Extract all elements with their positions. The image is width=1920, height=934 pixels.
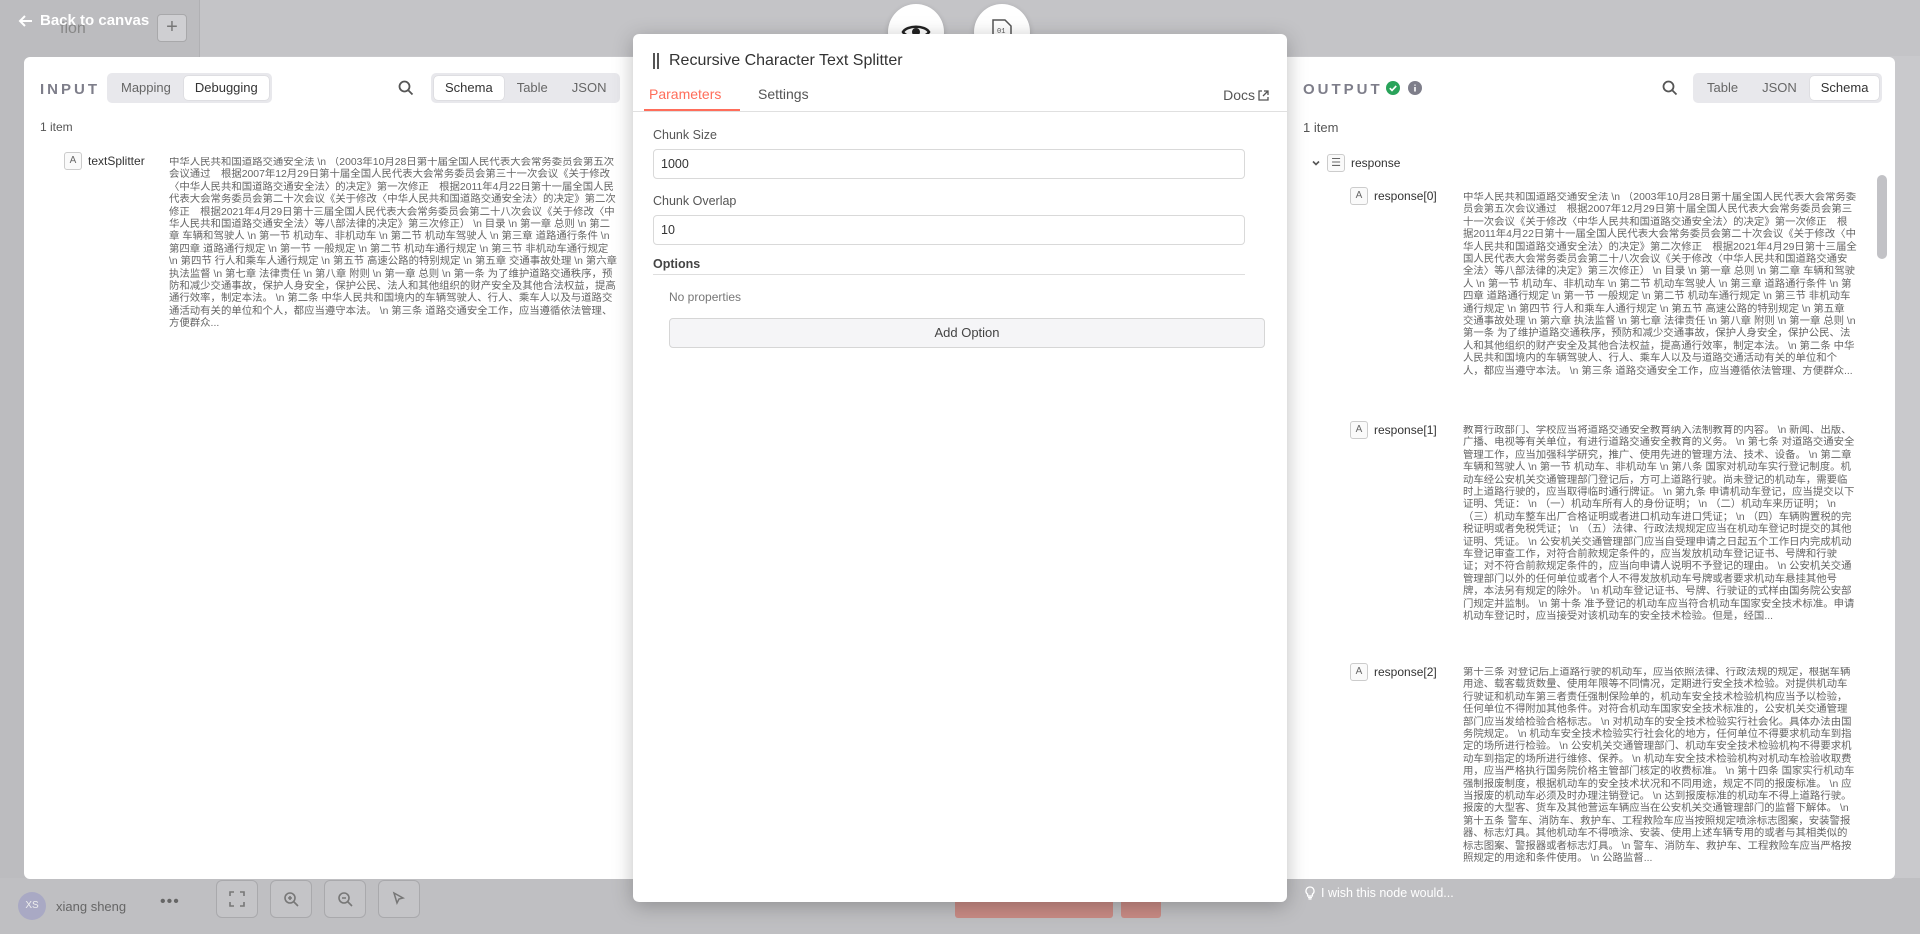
- tab-settings[interactable]: Settings: [758, 86, 809, 102]
- lightbulb-icon: [1305, 886, 1315, 900]
- chunk-overlap-label: Chunk Overlap: [653, 194, 737, 208]
- modal-tabs: Parameters Settings Docs: [633, 82, 1287, 112]
- arrow-left-icon: [18, 14, 32, 27]
- docs-label: Docs: [1223, 87, 1255, 103]
- view-schema[interactable]: Schema: [1809, 76, 1880, 100]
- root-name: response: [1351, 156, 1401, 170]
- chunk-size-label: Chunk Size: [653, 128, 717, 142]
- output-scrollbar[interactable]: [1875, 165, 1889, 873]
- string-type-icon: A: [64, 152, 82, 170]
- input-panel: INPUT Mapping Debugging Schema Table JSO…: [24, 57, 634, 879]
- string-type-icon: A: [1350, 663, 1368, 681]
- field-name: textSplitter: [88, 154, 145, 168]
- view-table[interactable]: Table: [1696, 76, 1749, 100]
- no-properties-text: No properties: [669, 290, 742, 304]
- feedback-link[interactable]: I wish this node would...: [1305, 886, 1454, 900]
- fullscreen-icon: [229, 891, 245, 907]
- external-link-icon: [1258, 89, 1269, 101]
- chunk-overlap-input[interactable]: 10: [653, 215, 1245, 245]
- tidy-up-button[interactable]: [378, 880, 420, 918]
- field-value: 第十三条 对登记后上道路行驶的机动车，应当依照法律、行政法规的规定，根据车辆用途…: [1463, 667, 1855, 865]
- view-json[interactable]: JSON: [1751, 76, 1808, 100]
- active-tab-indicator: [644, 109, 740, 111]
- node-parameters-modal: Recursive Character Text Splitter Parame…: [633, 34, 1287, 902]
- field-name: response[1]: [1374, 423, 1437, 437]
- string-type-icon: A: [1350, 421, 1368, 439]
- output-view-toggle: Table JSON Schema: [1693, 73, 1883, 103]
- output-panel-title: OUTPUT: [1303, 81, 1383, 98]
- user-name: xiang sheng: [56, 898, 127, 914]
- mode-mapping[interactable]: Mapping: [110, 76, 182, 100]
- pointer-icon: [392, 891, 406, 906]
- fit-view-button[interactable]: [216, 880, 258, 918]
- scrollbar-thumb[interactable]: [1877, 175, 1887, 259]
- view-table[interactable]: Table: [506, 76, 559, 100]
- search-icon[interactable]: [1662, 80, 1678, 96]
- field-value: 教育行政部门、学校应当将道路交通安全教育纳入法制教育的内容。 \n 新闻、出版、…: [1463, 425, 1855, 623]
- search-icon[interactable]: [398, 80, 414, 96]
- info-icon[interactable]: [1408, 81, 1422, 95]
- zoom-out-button[interactable]: [324, 880, 366, 918]
- feedback-text: I wish this node would...: [1321, 886, 1454, 900]
- docs-link[interactable]: Docs: [1223, 87, 1269, 103]
- chunk-size-input[interactable]: 1000: [653, 149, 1245, 179]
- schema-field[interactable]: A response[2]: [1350, 663, 1437, 681]
- zoom-in-icon: [284, 892, 299, 907]
- check-circle-icon: [1386, 81, 1400, 95]
- zoom-out-icon: [338, 892, 353, 907]
- item-count: 1 item: [40, 120, 73, 134]
- schema-field[interactable]: A response[1]: [1350, 421, 1437, 439]
- avatar: XS: [18, 892, 46, 920]
- view-json[interactable]: JSON: [561, 76, 618, 100]
- node-title: Recursive Character Text Splitter: [653, 52, 903, 70]
- drag-handle-icon[interactable]: [653, 53, 659, 69]
- chevron-down-icon[interactable]: [1311, 158, 1321, 168]
- schema-field[interactable]: A response[0]: [1350, 187, 1437, 205]
- user-more-button[interactable]: •••: [160, 893, 180, 911]
- list-type-icon: ☰: [1327, 154, 1345, 172]
- add-option-button[interactable]: Add Option: [669, 318, 1265, 348]
- options-label: Options: [653, 257, 701, 271]
- add-tab-button[interactable]: +: [157, 14, 187, 42]
- schema-field[interactable]: A textSplitter: [64, 152, 145, 170]
- string-type-icon: A: [1350, 187, 1368, 205]
- field-name: response[2]: [1374, 665, 1437, 679]
- output-panel: OUTPUT Table JSON Schema 1 item ☰ respon…: [1287, 57, 1895, 879]
- node-title-text[interactable]: Recursive Character Text Splitter: [669, 52, 903, 70]
- back-to-canvas-button[interactable]: Back to canvas: [18, 12, 149, 29]
- input-panel-title: INPUT: [40, 81, 100, 98]
- zoom-in-button[interactable]: [270, 880, 312, 918]
- item-count: 1 item: [1303, 120, 1339, 135]
- back-to-canvas-label: Back to canvas: [40, 12, 150, 29]
- field-value: 中华人民共和国道路交通安全法 \n （2003年10月28日第十届全国人民代表大…: [1463, 192, 1857, 377]
- input-mode-toggle: Mapping Debugging: [107, 73, 272, 103]
- view-schema[interactable]: Schema: [434, 76, 504, 100]
- tab-parameters[interactable]: Parameters: [649, 86, 721, 102]
- schema-root-response[interactable]: ☰ response: [1311, 154, 1400, 172]
- options-divider: [653, 274, 1245, 275]
- field-name: response[0]: [1374, 189, 1437, 203]
- input-view-toggle: Schema Table JSON: [431, 73, 621, 103]
- user-menu[interactable]: XS xiang sheng: [18, 892, 126, 920]
- mode-debugging[interactable]: Debugging: [183, 76, 269, 100]
- field-value: 中华人民共和国道路交通安全法 \n （2003年10月28日第十届全国人民代表大…: [169, 157, 617, 330]
